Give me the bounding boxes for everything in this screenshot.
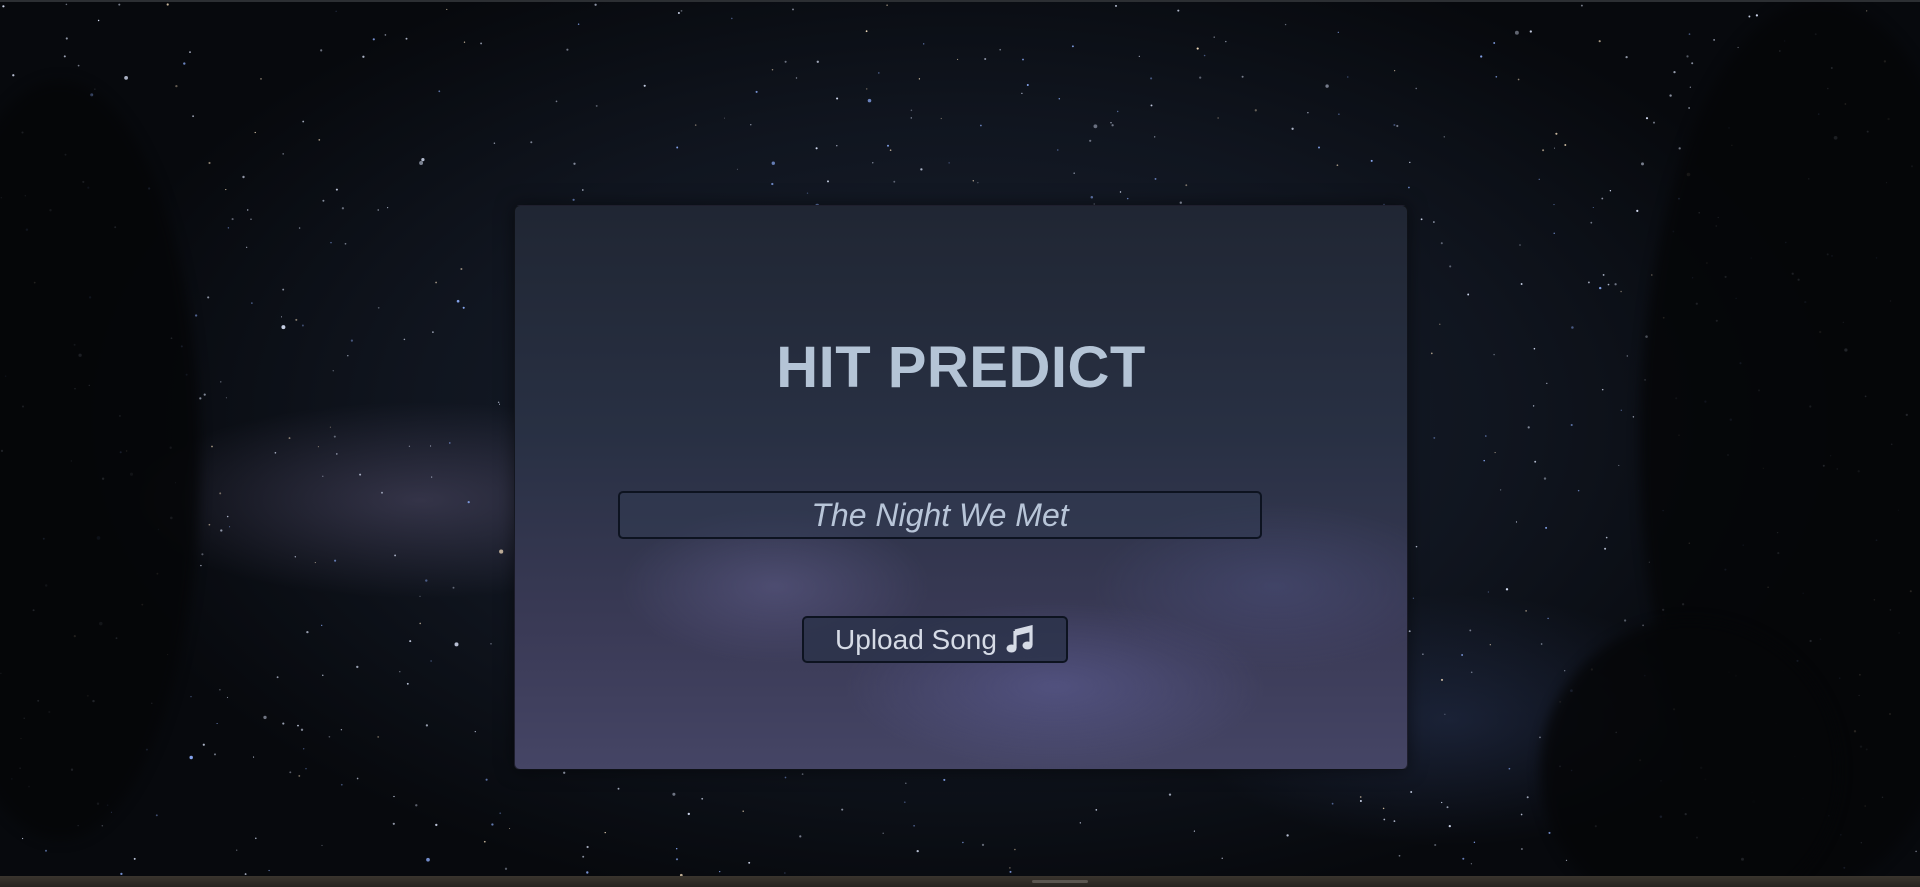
bottom-edge-bar (0, 876, 1920, 887)
bottom-handle (1032, 880, 1088, 883)
window-top-border (0, 0, 1920, 2)
upload-song-button[interactable]: Upload Song (802, 616, 1068, 663)
page-title: HIT PREDICT (776, 335, 1146, 400)
upload-song-label: Upload Song (835, 623, 997, 655)
song-title-input[interactable] (618, 491, 1262, 539)
music-note-icon (1006, 624, 1033, 652)
main-card: HIT PREDICT Upload Song (514, 205, 1408, 770)
